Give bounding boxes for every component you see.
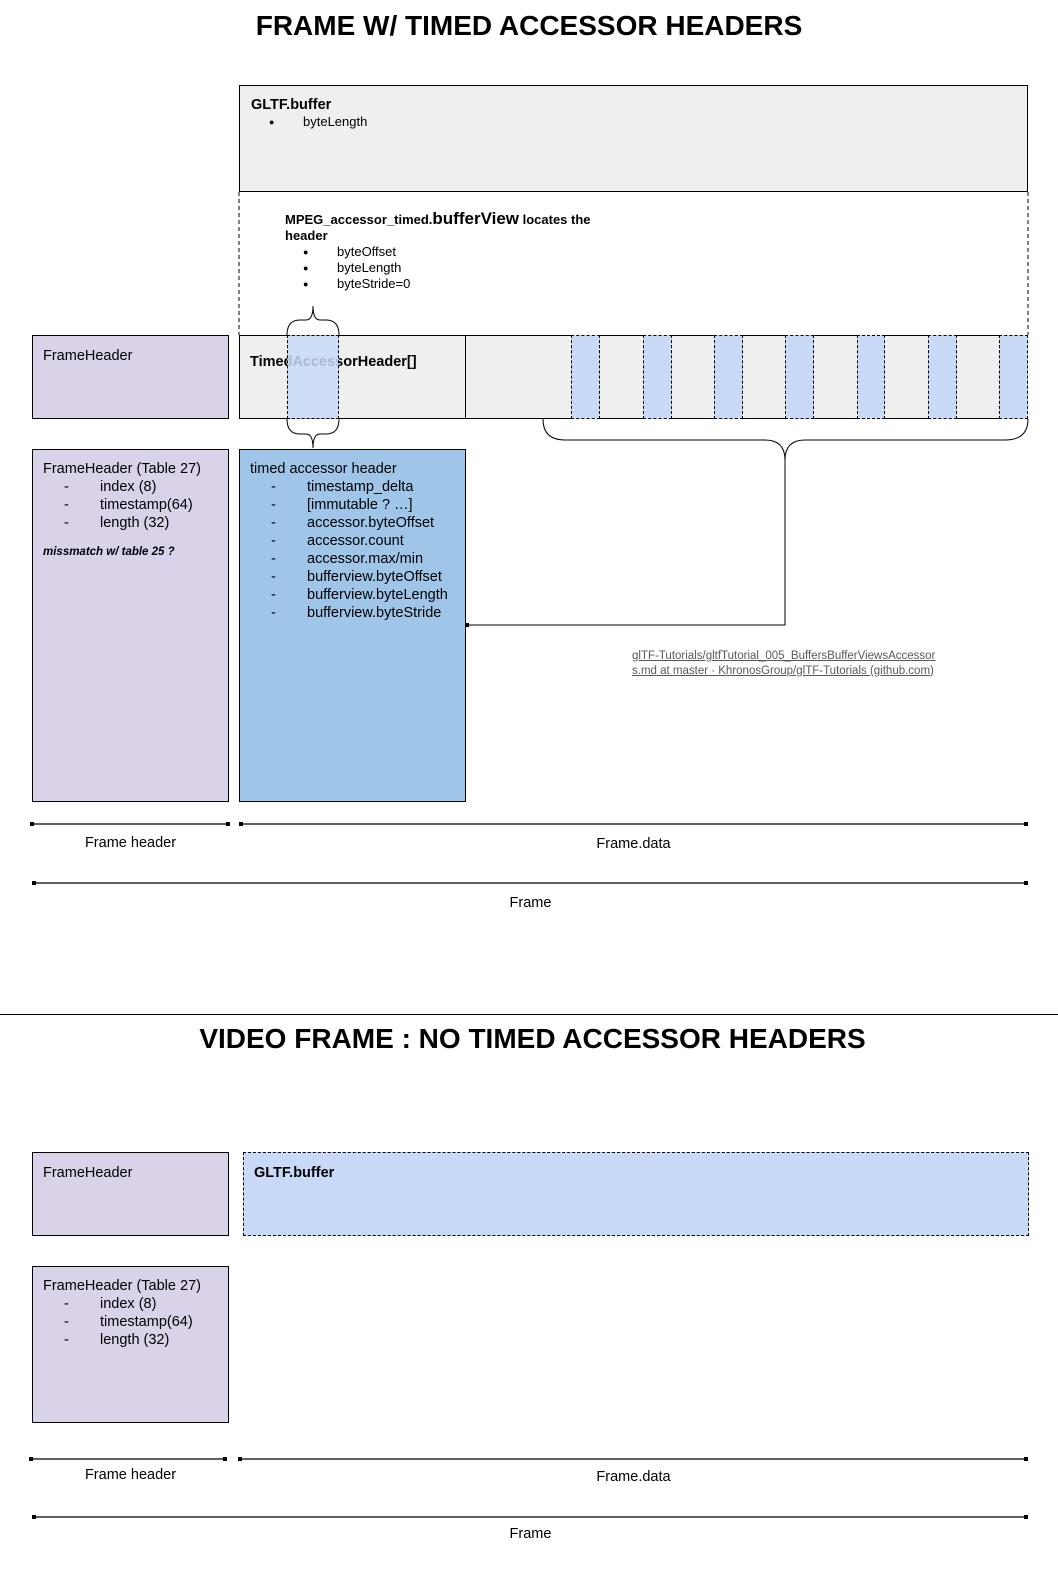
scale-end-cap <box>1024 1457 1028 1461</box>
scale-end-cap <box>238 1457 242 1461</box>
scale-end-cap <box>29 1457 33 1461</box>
connector-endpoint <box>465 623 469 627</box>
scale-end-cap <box>32 881 36 885</box>
scale-end-cap <box>1024 1515 1028 1519</box>
scale-end-cap <box>1024 881 1028 885</box>
scale-end-cap <box>1024 822 1028 826</box>
scale-end-cap <box>32 1515 36 1519</box>
brace-bottom <box>286 418 340 449</box>
brace-repeated-segments <box>542 418 1029 461</box>
connector-line <box>466 460 786 626</box>
scale-end-cap <box>30 822 34 826</box>
buffer-view-dashed-outline <box>238 192 1029 335</box>
brace-top <box>286 305 340 336</box>
scale-end-cap <box>239 822 243 826</box>
scale-end-cap <box>226 822 230 826</box>
scale-end-cap <box>223 1457 227 1461</box>
connectors-layer <box>29 192 1029 1519</box>
